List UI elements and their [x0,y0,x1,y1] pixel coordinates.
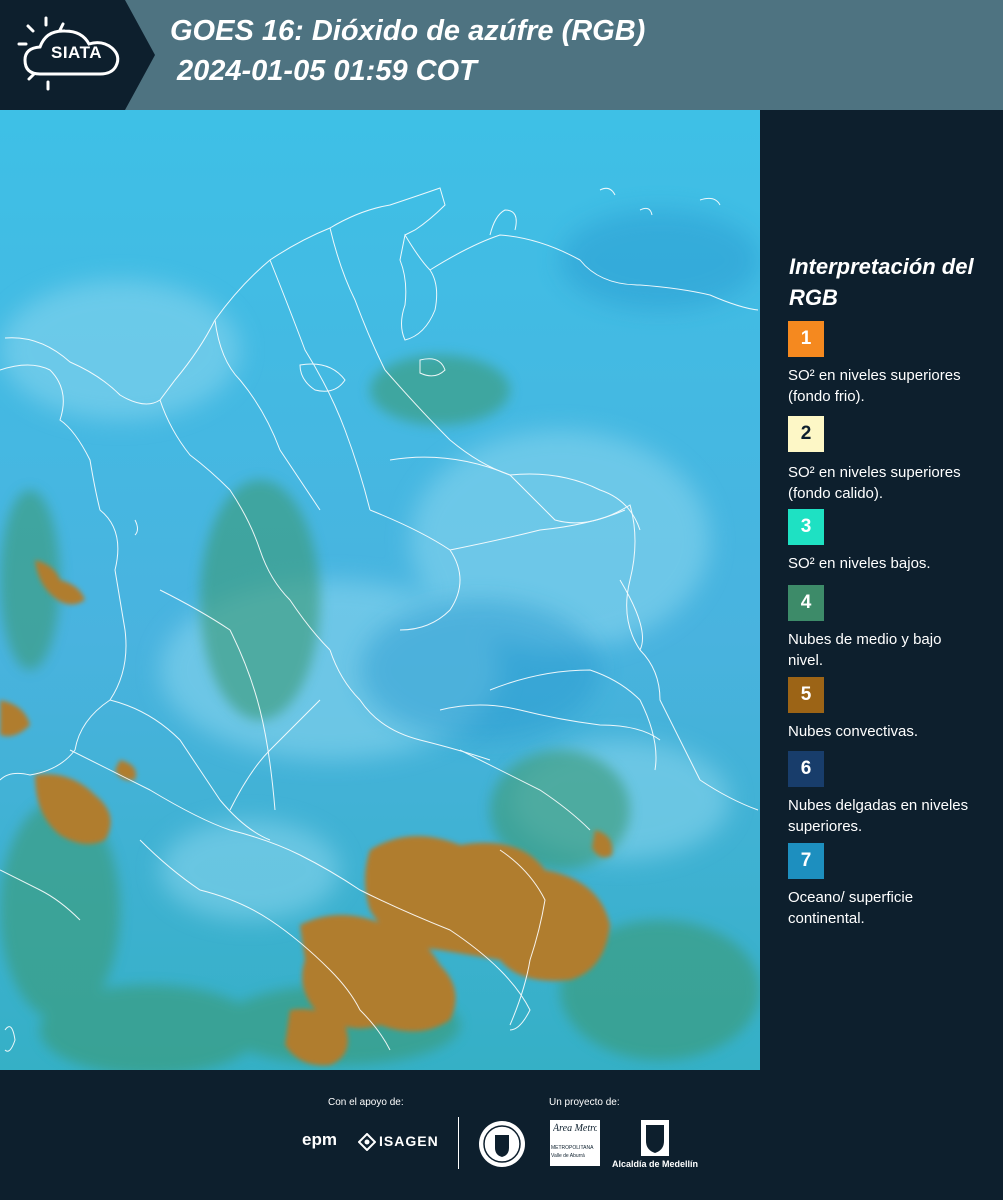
legend-swatch-6: 6 [788,751,824,787]
area-metropolitana-logo: Área Metropolitana METROPOLITANA Valle d… [550,1120,600,1166]
legend-label-1: SO² en niveles superiores (fondo frio). [788,367,961,405]
alcaldia-shield-icon [640,1119,670,1162]
legend-swatch-3: 3 [788,509,824,545]
legend-label-2: SO² en niveles superiores (fondo calido)… [788,464,961,502]
page-timestamp: 2024-01-05 01:59 COT [177,55,477,87]
legend-label-4: Nubes de medio y bajo nivel. [788,631,942,669]
logo-text: SIATA [51,43,102,62]
legend-item-6: 6 Nubes delgadas en niveles superiores. [788,751,998,837]
legend-item-2: 2 SO² en niveles superiores (fondo calid… [788,416,998,513]
area-logo-sub1: METROPOLITANA [551,1145,594,1151]
legend-label-6: Nubes delgadas en niveles superiores. [788,797,969,835]
legend-number-4: 4 [800,592,812,613]
legend-number-6: 6 [800,758,812,779]
area-logo-sub2: Valle de Aburrá [551,1153,585,1159]
medellin-seal [478,1120,526,1173]
legend-swatch-4: 4 [788,585,824,621]
siata-logo: SIATA [0,0,155,110]
legend-label-5: Nubes convectivas. [788,723,919,740]
legend-item-7: 7 Oceano/ superficie continental. [788,843,998,929]
legend-swatch-2: 2 [788,416,824,452]
footer: Con el apoyo de: Un proyecto de: epm ISA… [0,1070,1003,1200]
legend-swatch-1: 1 [788,321,824,357]
satellite-map [0,110,760,1070]
area-logo-text: Área Metropolitana [553,1123,597,1134]
alcaldia-logo: Alcaldía de Medellín [612,1159,699,1169]
page-title: GOES 16: Dióxido de azúfre (RGB) [170,15,646,47]
legend-number-3: 3 [800,516,812,537]
legend-label-7: Oceano/ superficie continental. [788,889,914,927]
legend-number-7: 7 [800,850,812,871]
legend-label-3: SO² en niveles bajos. [788,555,931,572]
project-text: Un proyecto de: [549,1097,620,1108]
legend-item-1: 1 SO² en niveles superiores (fondo frio)… [788,321,998,407]
legend-number-2: 2 [800,423,812,444]
legend-title: Interpretación del RGB [789,254,974,310]
header-bar: SIATA GOES 16: Dióxido de azúfre (RGB) 2… [0,0,1003,110]
footer-divider [458,1117,459,1169]
isagen-logo: ISAGEN [379,1133,439,1149]
legend-number-5: 5 [800,684,812,705]
isagen-icon [357,1132,377,1152]
legend-swatch-7: 7 [788,843,824,879]
legend-item-3: 3 SO² en niveles bajos. [788,509,998,574]
legend-number-1: 1 [800,328,812,349]
epm-logo: epm [302,1130,337,1149]
legend-item-4: 4 Nubes de medio y bajo nivel. [788,585,998,671]
support-text: Con el apoyo de: [328,1097,404,1108]
legend-item-5: 5 Nubes convectivas. [788,677,998,742]
legend-swatch-5: 5 [788,677,824,713]
legend-panel: Interpretación del RGB 1 SO² en niveles … [760,110,1003,1070]
